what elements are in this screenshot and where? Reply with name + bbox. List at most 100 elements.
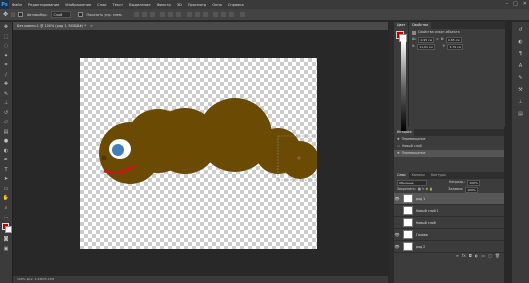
pen-tool-icon[interactable]: ✒ [2,156,10,164]
eyedropper-tool-icon[interactable]: ∕ [2,71,10,79]
transform-checkbox[interactable] [77,12,83,17]
lock-icons[interactable]: ▦✎✥🔒 [418,186,434,193]
clone-stamp-tool-icon[interactable]: ⊥ [2,99,10,107]
autoselect-checkbox[interactable] [18,12,24,17]
layer-name[interactable]: Новый слой [416,221,436,225]
link-layers-icon[interactable]: ∞ [456,253,459,260]
menu-view[interactable]: Просмотр [185,3,209,7]
width-field[interactable]: 0,95 см [418,36,435,43]
hand-tool-icon[interactable]: ✋ [2,194,10,202]
layer-row[interactable]: Новый слой [394,217,504,229]
mask-icon[interactable]: ◘ [469,253,472,260]
opacity-field[interactable]: 100% [467,179,480,186]
menu-3d[interactable]: 3D [174,3,185,7]
link-icon[interactable]: ∞ [436,36,439,43]
distribute-hcenter-icon[interactable] [220,12,226,17]
align-right-icon[interactable] [175,12,181,17]
crop-tool-icon[interactable]: ⌗ [2,61,10,69]
layer-row[interactable]: 👁 Голова [394,229,504,241]
brush-icon[interactable]: ✎ [517,74,525,82]
distribute-right-icon[interactable] [228,12,234,17]
close-icon[interactable]: ✕ [523,1,527,7]
menu-help[interactable]: Справка [225,3,247,7]
menu-filter[interactable]: Фильтр [154,3,174,7]
timeline-icon[interactable]: ▤ [517,110,525,118]
distribute-left-icon[interactable] [212,12,218,17]
document-canvas[interactable] [80,58,317,249]
align-hcenter-icon[interactable] [167,12,173,17]
distribute-top-icon[interactable] [186,12,192,17]
history-item[interactable]: ✥ Перемещение [394,150,504,157]
extra-tools-icon[interactable]: … [2,213,10,221]
layer-row[interactable]: 👁 ряд 1 [394,193,504,205]
healing-brush-tool-icon[interactable]: ✚ [2,80,10,88]
tab-properties[interactable]: Свойства [409,22,432,29]
menu-layers[interactable]: Слои [94,3,109,7]
gradient-tool-icon[interactable]: ▤ [2,128,10,136]
move-tool-icon[interactable]: ✥ [2,23,10,31]
move-tool-icon[interactable]: ✥ [3,11,8,18]
menu-file[interactable]: Файл [9,3,25,7]
history-item[interactable]: ▭ Новый слой [394,143,504,150]
tab-color[interactable]: Цвет [394,22,409,29]
blend-mode-dropdown[interactable]: Обычные [397,179,427,186]
layer-name[interactable]: ряд 1 [416,197,425,201]
eye-icon[interactable]: 👁 [394,244,400,249]
menu-text[interactable]: Текст [110,3,127,7]
menu-select[interactable]: Выделение [126,3,153,7]
tab-paths[interactable]: Контуры [428,172,449,179]
menu-edit[interactable]: Редактирование [25,3,62,7]
maximize-icon[interactable]: □ [513,1,518,7]
quick-mask-icon[interactable]: ◙ [2,235,10,243]
tab-channels[interactable]: Каналы [409,172,428,179]
autoselect-dropdown[interactable]: Слой [50,11,71,18]
menu-window[interactable]: Окно [209,3,225,7]
tab-layers[interactable]: Слои [394,172,409,179]
trash-icon[interactable]: 🗑 [495,253,500,260]
distribute-bottom-icon[interactable] [202,12,208,17]
marquee-tool-icon[interactable]: ⬚ [2,33,10,41]
tool-preset-picker[interactable] [11,12,16,17]
close-tab-icon[interactable]: ✕ [90,24,93,28]
layer-row[interactable]: 👁 ряд 2 [394,241,504,253]
character-icon[interactable]: A [517,62,525,70]
blur-tool-icon[interactable]: ● [2,137,10,145]
minimize-icon[interactable]: – [506,1,509,7]
tool-presets-icon[interactable]: ⚒ [517,86,525,94]
align-left-icon[interactable] [159,12,165,17]
color-swatches[interactable] [2,223,12,233]
zoom-tool-icon[interactable]: ⌕ [2,204,10,212]
fill-field[interactable]: 100% [465,186,478,193]
layer-row[interactable]: Новый слой 1 [394,205,504,217]
eye-icon[interactable]: 👁 [394,232,400,237]
eye-icon[interactable]: 👁 [394,196,400,201]
menu-image[interactable]: Изображение [62,3,94,7]
background-color[interactable] [5,226,12,233]
document-tab[interactable]: Без имени-1 @ 100% (ряд 1, RGB/8#) * ✕ [13,22,388,30]
distribute-vcenter-icon[interactable] [194,12,200,17]
eraser-tool-icon[interactable]: ▱ [2,118,10,126]
adjustments-icon[interactable]: ◐ [517,38,525,46]
path-selection-tool-icon[interactable]: ➤ [2,175,10,183]
screen-mode-icon[interactable]: ▣ [2,245,10,253]
history-icon[interactable]: ↺ [517,26,525,34]
layer-name[interactable]: ряд 2 [416,245,425,249]
fx-icon[interactable]: fx [462,253,466,260]
history-brush-tool-icon[interactable]: ↺ [2,109,10,117]
type-tool-icon[interactable]: T [2,166,10,174]
dodge-tool-icon[interactable]: ◐ [2,147,10,155]
y-field[interactable]: 3,79 см [447,43,463,50]
align-bottom-icon[interactable] [149,12,155,17]
new-layer-icon[interactable]: ▢ [488,253,492,260]
layer-name[interactable]: Новый слой 1 [416,209,439,213]
group-icon[interactable]: ▭ [481,253,485,260]
layer-name[interactable]: Голова [416,233,428,237]
brush-tool-icon[interactable]: ✎ [2,90,10,98]
clone-icon[interactable]: ⊥ [517,98,525,106]
auto-align-icon[interactable] [239,12,245,17]
height-field[interactable]: 0,65 см [445,36,462,43]
adjustment-layer-icon[interactable]: ◐ [475,253,479,260]
lasso-tool-icon[interactable]: ◌ [2,42,10,50]
rectangle-tool-icon[interactable]: ▭ [2,185,10,193]
align-vcenter-icon[interactable] [141,12,147,17]
